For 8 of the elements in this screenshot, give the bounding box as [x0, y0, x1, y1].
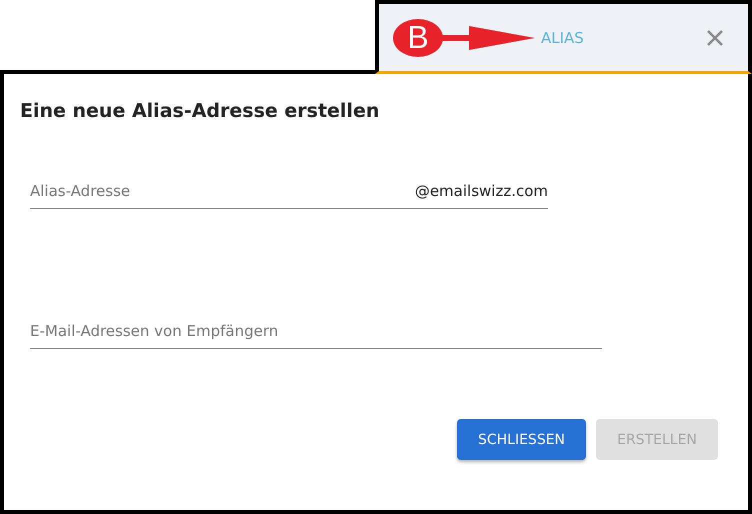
close-icon[interactable]: [706, 28, 724, 46]
alias-tab[interactable]: ALIAS: [541, 28, 584, 46]
annotation-marker: B: [393, 18, 443, 56]
close-button[interactable]: SCHLIESSEN: [457, 419, 586, 460]
domain-suffix: @emailswizz.com: [414, 182, 548, 200]
dialog-title: Eine neue Alias-Adresse erstellen: [20, 100, 380, 122]
input-field[interactable]: Alias-Adresse: [30, 182, 415, 200]
input-field[interactable]: E-Mail-Adressen von Empfängern: [30, 322, 602, 340]
